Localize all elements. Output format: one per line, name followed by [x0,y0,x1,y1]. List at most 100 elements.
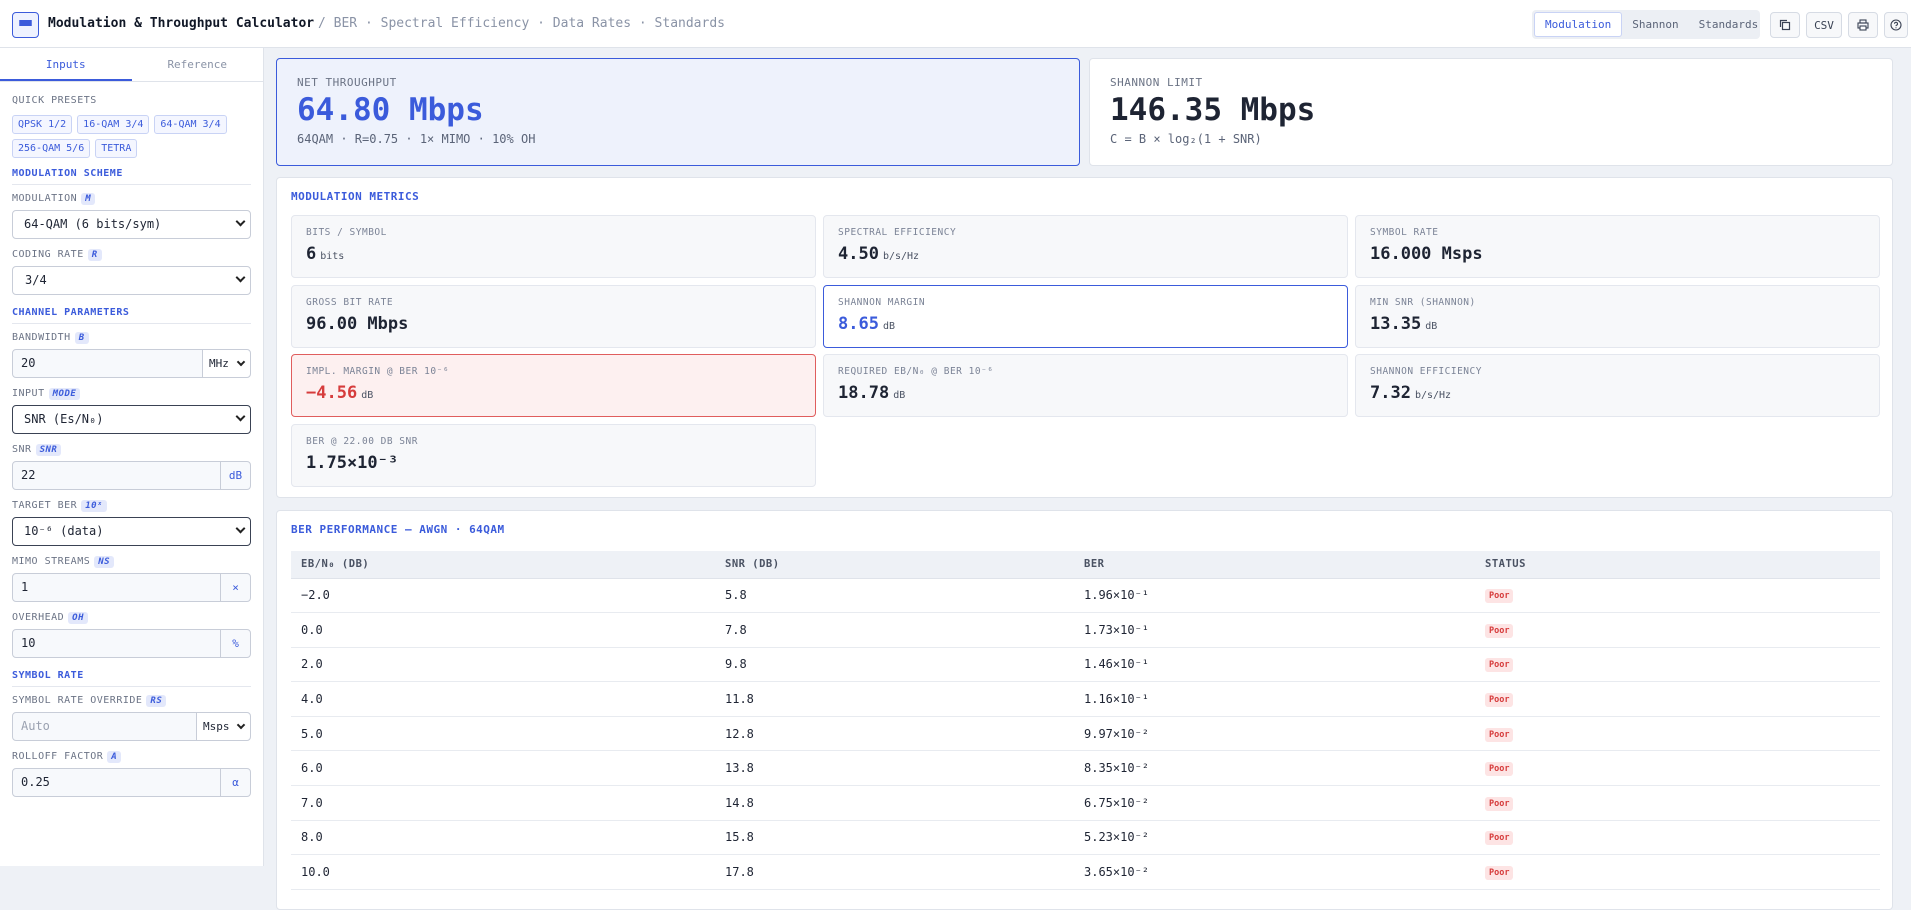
column-header[interactable]: EB/N₀ (DB) [291,551,715,579]
snr-cell: 12.8 [715,716,1074,752]
input-mode-label: INPUT MODE [12,388,251,400]
metric-card: SHANNON MARGIN 8.65 dB [823,285,1348,348]
chevron-down-icon [235,216,246,227]
snr-input[interactable]: 22 dB [12,461,251,490]
hamburger-icon [19,20,32,30]
preset-tetra[interactable]: TETRA [95,139,138,158]
overhead-input[interactable]: 10% [12,629,251,658]
ebn0-cell: 10.0 [291,854,715,890]
table-row: 5.0 12.8 9.97×10⁻² Poor [291,716,1880,752]
preset-16qam-3-4[interactable]: 16-QAM 3/4 [77,115,150,134]
metric-value: 1.75×10⁻³ [306,453,801,473]
tab-modulation[interactable]: Modulation [1534,12,1623,37]
metric-unit: b/s/Hz [882,251,920,262]
tab-reference[interactable]: Reference [132,48,264,81]
table-row: 8.0 15.8 5.23×10⁻² Poor [291,820,1880,856]
metric-label: IMPL. MARGIN @ BER 10⁻⁶ [306,366,450,377]
bandwidth-label: BANDWIDTH B [12,332,251,344]
symbol-rate-unit-select[interactable]: Msps [196,713,250,740]
status-badge: Poor [1485,796,1514,811]
help-button[interactable] [1884,12,1908,38]
metric-unit: bits [320,251,345,262]
metric-unit: dB [882,321,895,332]
coding-rate-label: CODING RATE R [12,249,251,261]
metric-card: SHANNON EFFICIENCY 7.32 b/s/Hz [1355,354,1880,417]
ber-cell: 1.96×10⁻¹ [1074,578,1475,614]
ebn0-cell: 0.0 [291,612,715,648]
metric-label: GROSS BIT RATE [306,297,394,308]
status-cell: Poor [1475,647,1880,683]
metric-value: 13.35 dB [1370,314,1865,334]
rolloff-factor-label: ROLLOFF FACTOR A [12,751,251,763]
column-header[interactable]: SNR (DB) [715,551,1074,579]
status-cell: Poor [1475,785,1880,821]
print-icon [1857,19,1869,31]
channel-parameters-heading: CHANNEL PARAMETERS [12,307,251,324]
copy-icon [1779,19,1791,31]
bandwidth-unit-select[interactable]: MHz [202,350,250,377]
copy-button[interactable] [1770,12,1800,38]
table-row: 6.0 13.8 8.35×10⁻² Poor [291,750,1880,787]
metric-label: SYMBOL RATE [1370,227,1439,238]
input-mode-select[interactable]: SNR (Es/N₀) [12,405,251,434]
metric-value: 96.00 Mbps [306,314,801,334]
overhead-label: OVERHEAD OH [12,612,251,624]
table-row: 10.0 17.8 3.65×10⁻² Poor [291,854,1880,890]
rolloff-factor-input[interactable]: 0.25 α [12,768,251,797]
preset-256qam-5-6[interactable]: 256-QAM 5/6 [12,139,91,158]
status-badge: Poor [1485,623,1514,638]
chevron-down-icon [235,411,246,422]
ebn0-cell: 6.0 [291,750,715,787]
preset-64qam-3-4[interactable]: 64-QAM 3/4 [154,115,227,134]
coding-rate-select[interactable]: 3/4 [12,266,251,295]
tab-shannon[interactable]: Shannon [1622,12,1688,37]
ber-performance-title: BER PERFORMANCE — AWGN · 64QAM [291,523,505,536]
shannon-limit-card: SHANNON LIMIT 146.35 Mbps C = B × log₂(1… [1089,58,1893,166]
metric-unit: dB [893,390,906,401]
chevron-down-icon [236,357,246,367]
metric-number: 4.50 [838,244,879,264]
target-ber-select[interactable]: 10⁻⁶ (data) [12,517,251,546]
metric-number: 8.65 [838,314,879,334]
table-row: 0.0 7.8 1.73×10⁻¹ Poor [291,612,1880,648]
metric-value: 18.78 dB [838,383,1333,403]
target-ber-label: TARGET BER 10ˣ [12,500,251,512]
metric-card: BITS / SYMBOL 6 bits [291,215,816,278]
snr-label: SNR SNR [12,444,251,456]
ber-table: EB/N₀ (DB) SNR (DB) BER STATUS −2.0 5.8 1.… [291,551,1880,890]
net-throughput-summary: 64QAM · R=0.75 · 1× MIMO · 10% OH [297,132,536,146]
metric-value: 16.000 Msps [1370,244,1865,264]
column-header[interactable]: STATUS [1475,551,1880,579]
modulation-label: MODULATION M [12,193,251,205]
mimo-streams-label: MIMO STREAMS NS [12,556,251,568]
metric-label: SHANNON MARGIN [838,297,926,308]
symbol-rate-override-input[interactable]: Auto Msps [12,712,251,741]
menu-button[interactable] [12,12,39,38]
net-throughput-label: NET THROUGHPUT [297,76,397,89]
modulation-metrics-panel: MODULATION METRICS BITS / SYMBOL 6 bits SPE… [276,177,1893,498]
preset-qpsk-1-2[interactable]: QPSK 1/2 [12,115,73,134]
breadcrumb: / BER · Spectral Efficiency · Data Rates… [318,16,725,31]
column-header[interactable]: BER [1074,551,1475,579]
tab-inputs[interactable]: Inputs [0,48,132,81]
status-badge: Poor [1485,866,1514,881]
csv-button[interactable]: CSV [1806,12,1842,38]
status-badge: Poor [1485,589,1514,604]
snr-cell: 15.8 [715,820,1074,856]
bandwidth-input[interactable]: 20 MHz [12,349,251,378]
ber-cell: 6.75×10⁻² [1074,785,1475,821]
metric-unit: dB [1425,321,1438,332]
shannon-formula: C = B × log₂(1 + SNR) [1110,132,1262,146]
chevron-down-icon [235,523,246,534]
metric-card: GROSS BIT RATE 96.00 Mbps [291,285,816,348]
mimo-streams-input[interactable]: 1 × [12,573,251,602]
metric-unit: b/s/Hz [1414,390,1452,401]
metric-number: 16.000 Msps [1370,244,1483,264]
modulation-select[interactable]: 64-QAM (6 bits/sym) [12,210,251,239]
tab-standards[interactable]: Standards [1689,12,1769,37]
app-title: Modulation & Throughput Calculator [48,16,315,31]
sidebar: Inputs Reference QUICK PRESETS QPSK 1/2 … [0,48,264,866]
print-button[interactable] [1848,12,1878,38]
chevron-down-icon [236,720,246,730]
metric-value: 6 bits [306,244,801,264]
